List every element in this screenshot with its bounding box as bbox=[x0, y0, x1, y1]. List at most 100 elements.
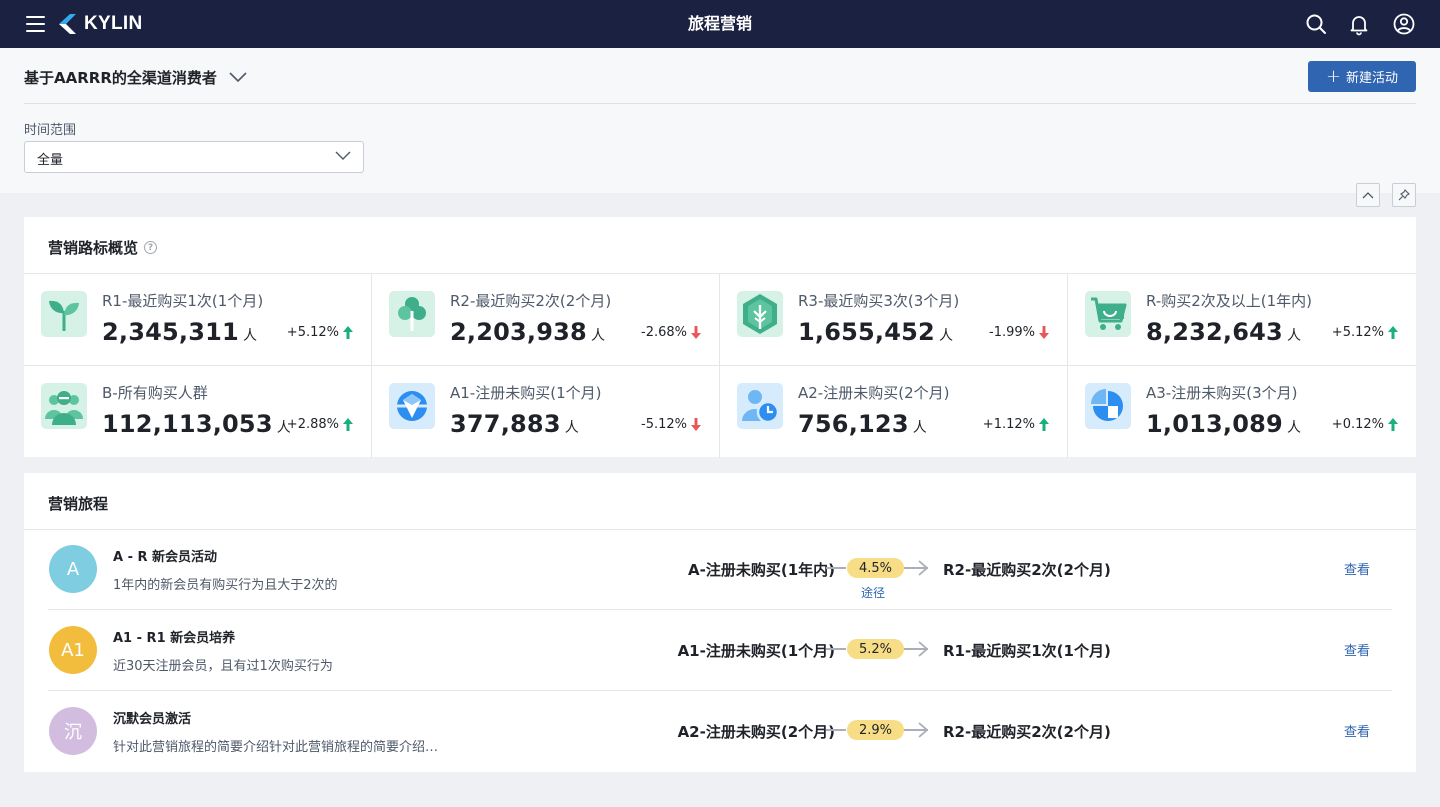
header-divider bbox=[24, 103, 1416, 104]
arrow-up-icon bbox=[1388, 418, 1398, 431]
kylin-logo[interactable]: KYLIN bbox=[57, 13, 143, 35]
metric-change-row: -5.12% bbox=[641, 417, 701, 432]
view-link[interactable]: 查看 bbox=[1344, 640, 1370, 659]
menu-icon[interactable] bbox=[26, 14, 46, 34]
path-link[interactable]: 途径 bbox=[861, 584, 885, 601]
arrow-up-icon bbox=[1388, 326, 1398, 339]
metric-value-row: 756,123 人 bbox=[798, 410, 927, 438]
view-link[interactable]: 查看 bbox=[1344, 721, 1370, 740]
chevron-down-icon bbox=[335, 151, 351, 160]
metric-label: R1-最近购买1次(1个月) bbox=[102, 292, 264, 310]
metric-change-row: +1.12% bbox=[983, 417, 1049, 432]
metric-b[interactable]: B-所有购买人群 112,113,053 人 +2.88% bbox=[24, 366, 372, 458]
metric-value-row: 1,655,452 人 bbox=[798, 318, 953, 346]
scenario-switcher[interactable]: 基于AARRR的全渠道消费者 bbox=[24, 66, 247, 88]
conversion-arrow: 4.5% bbox=[826, 557, 931, 579]
metric-a2[interactable]: A2-注册未购买(2个月) 756,123 人 +1.12% bbox=[720, 366, 1068, 458]
avatar: A bbox=[49, 545, 97, 593]
kylin-logo-icon bbox=[59, 14, 76, 34]
pin-button[interactable] bbox=[1392, 183, 1416, 207]
journey-target-stage: R2-最近购买2次(2个月) bbox=[943, 723, 1111, 741]
question-circle-icon[interactable]: ? bbox=[144, 241, 158, 254]
overview-title-row: 营销路标概览 ? bbox=[48, 237, 158, 258]
time-range-select[interactable]: 全量 bbox=[24, 141, 364, 173]
metric-label: A3-注册未购买(3个月) bbox=[1146, 384, 1298, 402]
metric-a3[interactable]: A3-注册未购买(3个月) 1,013,089 人 +0.12% bbox=[1068, 366, 1416, 458]
overview-title: 营销路标概览 bbox=[48, 239, 139, 257]
arrow-right-icon bbox=[918, 641, 928, 657]
metric-change-row: +5.12% bbox=[1332, 325, 1398, 340]
journey-source-stage: A-注册未购买(1年内) bbox=[688, 561, 835, 579]
search-icon[interactable] bbox=[1304, 12, 1328, 36]
time-range-value: 全量 bbox=[37, 153, 64, 168]
metric-value: 2,203,938 bbox=[450, 318, 587, 346]
shopping-cart-icon bbox=[1085, 291, 1131, 337]
brand-name: KYLIN bbox=[84, 13, 143, 34]
journeys-title-row: 营销旅程 bbox=[48, 493, 108, 514]
metric-change: +2.88% bbox=[286, 417, 339, 432]
metric-value-row: 1,013,089 人 bbox=[1146, 410, 1301, 438]
conversion-arrow: 5.2% bbox=[826, 638, 931, 660]
metric-value: 1,013,089 bbox=[1146, 410, 1283, 438]
metric-change: +5.12% bbox=[286, 325, 339, 340]
arrow-right-icon bbox=[918, 722, 928, 738]
journey-target-stage: R1-最近购买1次(1个月) bbox=[943, 642, 1111, 660]
new-activity-button[interactable]: + 新建活动 bbox=[1308, 61, 1416, 92]
avatar: 沉 bbox=[49, 707, 97, 755]
metric-value-row: 2,203,938 人 bbox=[450, 318, 605, 346]
view-link[interactable]: 查看 bbox=[1344, 559, 1370, 578]
metric-unit: 人 bbox=[1286, 328, 1301, 344]
metric-value: 756,123 bbox=[798, 410, 909, 438]
journey-name: A1 - R1 新会员培养 bbox=[113, 631, 236, 646]
metric-r3[interactable]: R3-最近购买3次(3个月) 1,655,452 人 -1.99% bbox=[720, 274, 1068, 366]
plus-icon: + bbox=[1325, 65, 1342, 87]
metric-label: R-购买2次及以上(1年内) bbox=[1146, 292, 1313, 310]
arrow-down-icon bbox=[691, 418, 701, 431]
metric-a1[interactable]: A1-注册未购买(1个月) 377,883 人 -5.12% bbox=[372, 366, 720, 458]
metric-unit: 人 bbox=[564, 420, 579, 436]
journeys-title: 营销旅程 bbox=[48, 495, 109, 513]
user-account-icon[interactable] bbox=[1392, 12, 1416, 36]
journey-name: 沉默会员激活 bbox=[113, 712, 192, 727]
bell-icon[interactable] bbox=[1347, 12, 1371, 36]
arrow-down-icon bbox=[691, 326, 701, 339]
metric-change: -1.99% bbox=[989, 325, 1035, 340]
chevron-up-icon bbox=[1362, 192, 1374, 199]
conversion-rate-badge: 4.5% bbox=[847, 558, 904, 578]
conversion-rate-badge: 5.2% bbox=[847, 639, 904, 659]
chevron-down-icon bbox=[229, 72, 247, 82]
journey-description: 1年内的新会员有购买行为且大于2次的 bbox=[113, 578, 338, 593]
metric-r2[interactable]: R2-最近购买2次(2个月) 2,203,938 人 -2.68% bbox=[372, 274, 720, 366]
journey-row[interactable]: A A - R 新会员活动 1年内的新会员有购买行为且大于2次的 A-注册未购买… bbox=[48, 529, 1392, 610]
journey-row[interactable]: A1 A1 - R1 新会员培养 近30天注册会员，且有过1次购买行为 A1-注… bbox=[48, 610, 1392, 691]
metric-value: 2,345,311 bbox=[102, 318, 239, 346]
overview-card: 营销路标概览 ? R1-最近购买1次(1个月) 2,345,311 人 +5.12… bbox=[24, 217, 1416, 458]
journeys-card: 营销旅程 A A - R 新会员活动 1年内的新会员有购买行为且大于2次的 A-… bbox=[24, 473, 1416, 772]
metric-change-row: -2.68% bbox=[641, 325, 701, 340]
metric-change: +0.12% bbox=[1331, 417, 1384, 432]
collapse-button[interactable] bbox=[1356, 183, 1380, 207]
pie-chart-icon bbox=[1085, 383, 1131, 429]
metric-unit: 人 bbox=[938, 328, 953, 344]
journey-row[interactable]: 沉 沉默会员激活 针对此营销旅程的简要介绍针对此营销旅程的简要介绍… A2-注册… bbox=[48, 691, 1392, 772]
journey-source-stage: A2-注册未购买(2个月) bbox=[677, 723, 835, 741]
arrow-down-icon bbox=[1039, 326, 1049, 339]
metric-r1[interactable]: R1-最近购买1次(1个月) 2,345,311 人 +5.12% bbox=[24, 274, 372, 366]
metric-change-row: +2.88% bbox=[287, 417, 353, 432]
metric-change: -2.68% bbox=[641, 325, 687, 340]
journey-description: 针对此营销旅程的简要介绍针对此营销旅程的简要介绍… bbox=[113, 740, 439, 755]
metric-change: +5.12% bbox=[1331, 325, 1384, 340]
journey-target-stage: R2-最近购买2次(2个月) bbox=[943, 561, 1111, 579]
metric-unit: 人 bbox=[912, 420, 927, 436]
journey-source-stage: A1-注册未购买(1个月) bbox=[677, 642, 835, 660]
metric-change: +1.12% bbox=[982, 417, 1035, 432]
metric-value-row: 2,345,311 人 bbox=[102, 318, 257, 346]
avatar: A1 bbox=[49, 626, 97, 674]
shield-circle-icon bbox=[389, 383, 435, 429]
metric-r-repeat[interactable]: R-购买2次及以上(1年内) 8,232,643 人 +5.12% bbox=[1068, 274, 1416, 366]
metric-unit: 人 bbox=[242, 328, 257, 344]
time-range-label: 时间范围 bbox=[24, 123, 77, 138]
metric-label: A1-注册未购买(1个月) bbox=[450, 384, 602, 402]
conversion-rate-badge: 2.9% bbox=[847, 720, 904, 740]
metric-change-row: -1.99% bbox=[989, 325, 1049, 340]
